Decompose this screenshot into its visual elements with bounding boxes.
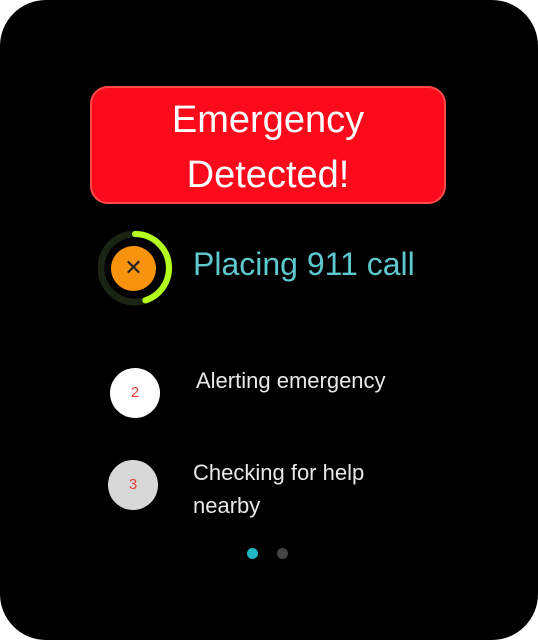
step-number-badge: 2 (110, 368, 160, 418)
alert-title-line2: Detected! (186, 154, 350, 196)
step-label-checking-help: Checking for help nearby (193, 460, 365, 518)
call-countdown: ✕ (98, 228, 178, 308)
page-indicator-dot-active[interactable] (247, 548, 258, 559)
alert-title-line1: Emergency (171, 99, 365, 141)
cancel-call-button[interactable]: ✕ (111, 246, 156, 291)
call-status-text: Placing 911 call (193, 246, 415, 282)
emergency-alert-banner: Emergency Detected! (90, 86, 446, 204)
step-label-alerting: Alerting emergency (196, 368, 386, 393)
step-number-badge: 3 (108, 460, 158, 510)
page-indicator-dot[interactable] (277, 548, 288, 559)
watch-screen: Emergency Detected! ✕ Placing 911 call 2… (0, 0, 538, 640)
close-icon: ✕ (124, 256, 143, 281)
